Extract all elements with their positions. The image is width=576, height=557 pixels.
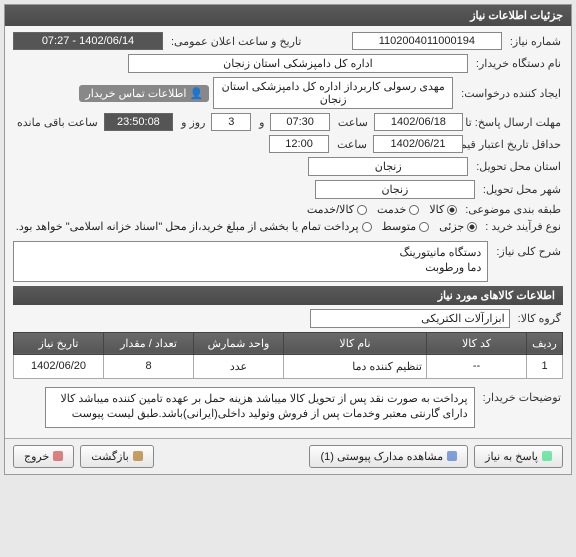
label-purchase-proc: نوع فرآیند خرید : [485, 220, 561, 233]
label-public-announce: تاریخ و ساعت اعلان عمومی: [171, 35, 301, 48]
footer-bar: پاسخ به نیاز مشاهده مدارک پیوستی (1) باز… [5, 438, 571, 474]
label-need-desc: شرح کلی نیاز: [496, 241, 561, 258]
th-qty: تعداد / مقدار [104, 332, 194, 354]
panel-title: جزئیات اطلاعات نیاز [5, 5, 571, 26]
label-valid-date: حداقل تاریخ اعتبار قیمت: تا تاریخ: [471, 138, 561, 151]
public-announce-field: 1402/06/14 - 07:27 [13, 32, 163, 50]
label-province: استان محل تحویل: [476, 160, 561, 173]
radio-dot-icon [409, 205, 419, 215]
contact-info-button[interactable]: 👤 اطلاعات تماس خریدار [79, 85, 209, 102]
province-field: زنجان [308, 157, 468, 176]
label-item-group: گروه کالا: [518, 312, 561, 325]
cell-qty: 8 [104, 354, 194, 378]
deadline-date-field: 1402/06/18 [374, 113, 463, 131]
radio-medium[interactable]: متوسط [382, 220, 430, 233]
need-desc-field: دستگاه مانیتورینگ دما ورطوبت [13, 241, 488, 282]
th-unit: واحد شمارش [194, 332, 284, 354]
contact-label: اطلاعات تماس خریدار [85, 87, 186, 100]
item-group-field: ابزارآلات الکتریکی [310, 309, 510, 328]
label-hour2: ساعت [337, 138, 367, 151]
cell-unit: عدد [194, 354, 284, 378]
radio-minor[interactable]: جزئی [439, 220, 477, 233]
radio-dot-icon [357, 205, 367, 215]
items-section-header: اطلاعات کالاهای مورد نیاز [13, 286, 563, 305]
radio-full[interactable]: پرداخت تمام یا بخشی از مبلغ خرید،از محل … [16, 220, 372, 233]
buyer-notes-field: پرداخت به صورت نقد پس از تحویل کالا میبا… [45, 387, 475, 428]
back-icon [133, 451, 143, 461]
buyer-name-field: اداره کل دامپزشکی استان زنجان [128, 54, 468, 73]
radio-service[interactable]: خدمت [377, 203, 419, 216]
purchase-proc-group: جزئی متوسط پرداخت تمام یا بخشی از مبلغ خ… [16, 220, 477, 233]
label-and: و [259, 116, 264, 129]
table-row[interactable]: 1 -- تنظیم کننده دما عدد 8 1402/06/20 [14, 354, 563, 378]
exit-button[interactable]: خروج [13, 445, 74, 468]
details-panel: جزئیات اطلاعات نیاز شماره نیاز: 11020040… [4, 4, 572, 475]
back-button[interactable]: بازگشت [80, 445, 154, 468]
deadline-hour-field: 07:30 [270, 113, 329, 131]
cell-code: -- [427, 354, 527, 378]
city-field: زنجان [315, 180, 475, 199]
radio-dot-icon [362, 222, 372, 232]
label-need-no: شماره نیاز: [510, 35, 561, 48]
radio-dot-icon [467, 222, 477, 232]
subject-class-group: کالا خدمت کالا/خدمت [307, 203, 457, 216]
reply-button[interactable]: پاسخ به نیاز [474, 445, 563, 468]
cell-name: تنظیم کننده دما [284, 354, 427, 378]
label-remaining: ساعت باقی مانده [17, 116, 98, 129]
label-buyer-notes: توضیحات خریدار: [483, 387, 561, 404]
radio-goods[interactable]: کالا [429, 203, 457, 216]
need-number-field: 1102004011000194 [352, 32, 502, 50]
attachment-icon [447, 451, 457, 461]
creator-field: مهدی رسولی کاربرداز اداره کل دامپزشکی اس… [213, 77, 453, 109]
th-name: نام کالا [284, 332, 427, 354]
label-city: شهر محل تحویل: [483, 183, 561, 196]
valid-hour-field: 12:00 [269, 135, 329, 153]
label-creator: ایجاد کننده درخواست: [461, 87, 561, 100]
cell-date: 1402/06/20 [14, 354, 104, 378]
th-date: تاریخ نیاز [14, 332, 104, 354]
table-header-row: ردیف کد کالا نام کالا واحد شمارش تعداد /… [14, 332, 563, 354]
attachments-button[interactable]: مشاهده مدارک پیوستی (1) [309, 445, 468, 468]
radio-dot-icon [447, 205, 457, 215]
valid-date-field: 1402/06/21 [373, 135, 463, 153]
radio-dot-icon [419, 222, 429, 232]
label-buyer: نام دستگاه خریدار: [476, 57, 561, 70]
th-code: کد کالا [427, 332, 527, 354]
items-table: ردیف کد کالا نام کالا واحد شمارش تعداد /… [13, 332, 563, 379]
exit-icon [53, 451, 63, 461]
days-remain-field: 3 [211, 113, 251, 131]
label-deadline: مهلت ارسال پاسخ: تا تاریخ: [471, 116, 561, 129]
panel-body: شماره نیاز: 1102004011000194 تاریخ و ساع… [5, 26, 571, 438]
th-row: ردیف [527, 332, 563, 354]
radio-both[interactable]: کالا/خدمت [307, 203, 367, 216]
cell-row: 1 [527, 354, 563, 378]
label-hour1: ساعت [338, 116, 368, 129]
time-remain-field: 23:50:08 [104, 113, 173, 131]
label-day: روز و [181, 116, 205, 129]
label-subject-class: طبقه بندی موضوعی: [465, 203, 561, 216]
user-icon: 👤 [189, 87, 203, 100]
reply-icon [542, 451, 552, 461]
